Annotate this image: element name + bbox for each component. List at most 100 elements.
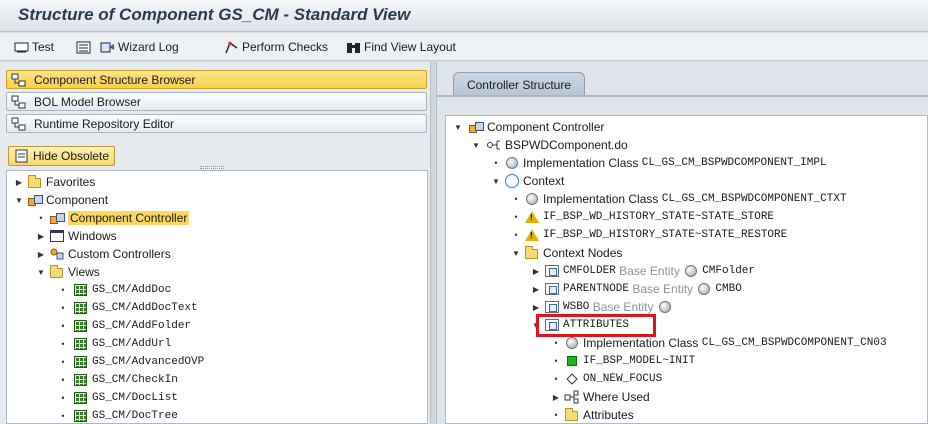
view-icon	[73, 409, 89, 423]
collapse-icon[interactable]: ▼	[490, 175, 502, 187]
test-button[interactable]: Test	[14, 38, 54, 56]
tree-label: Component Controller	[487, 120, 605, 134]
node-history-restore[interactable]: • IF_BSP_WD_HISTORY_STATE~STATE_RESTORE	[510, 226, 787, 244]
method-label: ON_NEW_FOCUS	[583, 373, 663, 385]
runtime-repository-editor-button[interactable]: Runtime Repository Editor	[6, 114, 427, 133]
hide-obsolete-button[interactable]: Hide Obsolete	[8, 146, 116, 166]
component-structure-browser-button[interactable]: Component Structure Browser	[6, 70, 427, 89]
expand-icon[interactable]: ▶	[13, 176, 25, 188]
splitter-grip[interactable]	[200, 166, 224, 169]
view-icon	[73, 301, 89, 315]
tree-node-component-controller[interactable]: • Component Controller	[35, 209, 190, 227]
tree-label: BSPWDComponent.do	[505, 138, 628, 152]
collapse-icon[interactable]: ▼	[470, 139, 482, 151]
entity-name: CMBO	[715, 283, 742, 295]
node-bspwd[interactable]: ▼ BSPWDComponent.do	[470, 136, 628, 154]
window-title: Structure of Component GS_CM - Standard …	[18, 5, 411, 24]
entity-icon	[657, 300, 673, 314]
pane-splitter[interactable]	[430, 62, 437, 424]
node-where-used[interactable]: ▶ Where Used	[550, 388, 650, 406]
view-item[interactable]: • GS_CM/AdvancedOVP	[57, 353, 204, 371]
expand-icon[interactable]: ▶	[530, 283, 542, 295]
view-item[interactable]: • GS_CM/AddDocText	[57, 299, 198, 317]
node-on-new-focus[interactable]: • ON_NEW_FOCUS	[550, 370, 662, 388]
view-item[interactable]: • GS_CM/AddDoc	[57, 281, 171, 299]
context-node-icon	[544, 282, 560, 296]
base-entity-label: Base Entity	[632, 282, 694, 296]
view-item[interactable]: • GS_CM/DocTree	[57, 407, 178, 423]
view-item-label: GS_CM/DocTree	[92, 410, 178, 422]
collapse-icon[interactable]: ▼	[452, 121, 464, 133]
node-name: CMFOLDER	[563, 265, 616, 277]
collapse-icon[interactable]: ▼	[13, 194, 25, 206]
view-item[interactable]: • GS_CM/AddFolder	[57, 317, 191, 335]
views-folder-icon	[49, 265, 65, 279]
bol-model-browser-button[interactable]: BOL Model Browser	[6, 92, 427, 111]
expand-icon[interactable]: ▶	[530, 265, 542, 277]
tree-node-component[interactable]: ▼ Component	[13, 191, 108, 209]
context-node-icon	[544, 264, 560, 278]
view-item-label: GS_CM/CheckIn	[92, 374, 178, 386]
node-ctx-impl-class[interactable]: • Implementation Class CL_GS_CM_BSPWDCOM…	[510, 190, 846, 208]
impl-label: Implementation Class	[583, 336, 699, 350]
display-button[interactable]	[76, 38, 91, 56]
impl-label: Implementation Class	[523, 156, 639, 170]
tree-node-favorites[interactable]: ▶ Favorites	[13, 173, 95, 191]
node-context[interactable]: ▼ Context	[490, 172, 564, 190]
tree-label: Context	[523, 174, 565, 188]
node-parentnode[interactable]: ▶ PARENTNODE Base Entity CMBO	[530, 280, 742, 298]
collapse-icon[interactable]: ▼	[35, 266, 47, 278]
expand-icon[interactable]: ▶	[530, 301, 542, 313]
node-history-store[interactable]: • IF_BSP_WD_HISTORY_STATE~STATE_STORE	[510, 208, 774, 226]
binoculars-icon	[346, 41, 361, 54]
tree-label: Component	[46, 193, 109, 207]
node-impl-class[interactable]: • Implementation Class CL_GS_CM_BSPWDCOM…	[490, 154, 826, 172]
find-view-layout-button[interactable]: Find View Layout	[346, 38, 456, 56]
node-context-nodes[interactable]: ▼ Context Nodes	[510, 244, 622, 262]
expand-icon[interactable]: ▶	[35, 248, 47, 260]
expand-icon[interactable]: ▶	[550, 391, 562, 403]
expand-icon[interactable]: ▶	[35, 230, 47, 242]
wizard-icon	[100, 41, 115, 54]
node-cmfolder[interactable]: ▶ CMFOLDER Base Entity CMFolder	[530, 262, 755, 280]
collapse-icon[interactable]: ▼	[510, 247, 522, 259]
method-label: IF_BSP_WD_HISTORY_STATE~STATE_STORE	[543, 211, 775, 223]
bullet-icon: •	[61, 321, 65, 331]
tree-label: Where Used	[583, 390, 650, 404]
tree-node-views[interactable]: ▼ Views	[35, 263, 100, 281]
bsp-page-icon	[486, 138, 502, 152]
tree-icon	[11, 117, 27, 131]
node-attributes-folder[interactable]: • Attributes	[550, 406, 634, 423]
controller-icon	[49, 211, 65, 225]
node-attr-impl-class[interactable]: • Implementation Class CL_GS_CM_BSPWDCOM…	[550, 334, 886, 352]
title-bar: Structure of Component GS_CM - Standard …	[0, 0, 928, 32]
perform-checks-button[interactable]: Perform Checks	[224, 38, 328, 56]
bullet-icon: •	[514, 212, 518, 222]
test-icon	[14, 41, 29, 54]
hide-icon	[14, 149, 30, 163]
node-model-init[interactable]: • IF_BSP_MODEL~INIT	[550, 352, 695, 370]
tree-label: Custom Controllers	[68, 247, 171, 261]
node-component-controller[interactable]: ▼ Component Controller	[452, 118, 604, 136]
folder-icon	[564, 408, 580, 422]
checks-icon	[224, 41, 239, 54]
where-used-icon	[564, 390, 580, 404]
entity-name: CMFolder	[702, 265, 756, 277]
context-icon	[504, 174, 520, 188]
bullet-icon: •	[554, 356, 558, 366]
tree-node-windows[interactable]: ▶ Windows	[35, 227, 117, 245]
tree-node-custom-controllers[interactable]: ▶ Custom Controllers	[35, 245, 171, 263]
tree-label: Views	[68, 265, 100, 279]
view-item[interactable]: • GS_CM/DocList	[57, 389, 178, 407]
class-icon	[504, 156, 520, 170]
tree-label: Windows	[68, 229, 117, 243]
view-item[interactable]: • GS_CM/AddUrl	[57, 335, 171, 353]
warning-icon	[524, 228, 540, 242]
controller-structure-tree: ▼ Component Controller ▼ BSPWDComponent.…	[445, 115, 928, 424]
bullet-icon: •	[554, 374, 558, 384]
component-tree: ▶ Favorites ▼ Component • Component Cont…	[6, 170, 428, 424]
view-item[interactable]: • GS_CM/CheckIn	[57, 371, 178, 389]
tab-controller-structure[interactable]: Controller Structure	[453, 72, 585, 96]
view-item-label: GS_CM/AddFolder	[92, 320, 192, 332]
wizard-log-button[interactable]: Wizard Log	[100, 38, 179, 56]
